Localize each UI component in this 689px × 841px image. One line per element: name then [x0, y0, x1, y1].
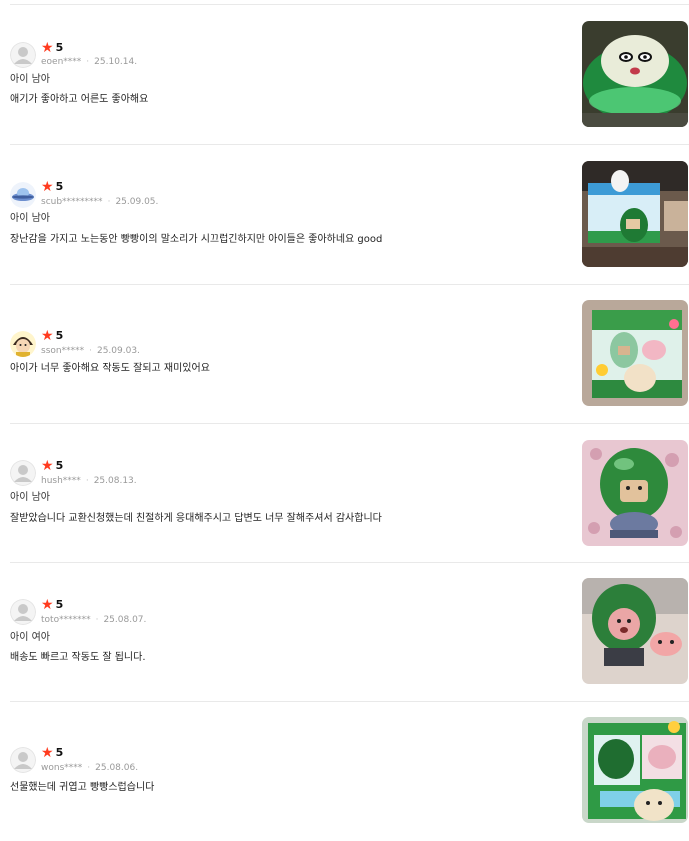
- user-avatar: [10, 182, 36, 208]
- rating: ★ 5: [41, 597, 63, 613]
- review-photo[interactable]: [582, 578, 688, 684]
- separator-dot: ·: [87, 763, 91, 773]
- star-icon: ★: [41, 179, 54, 195]
- rating: ★ 5: [41, 40, 63, 56]
- review-date: 25.08.13.: [93, 476, 137, 486]
- review-photo[interactable]: [582, 440, 688, 546]
- purchase-option: 아이 남아: [10, 492, 50, 503]
- rating-score: 5: [55, 329, 64, 342]
- review-item: ★ 5 toto******* · 25.08.07. 아이 여아 배송도 빠르…: [0, 563, 689, 702]
- user-id: toto*******: [41, 615, 91, 625]
- purchase-option: 아이 남아: [10, 74, 50, 85]
- separator-dot: ·: [86, 57, 90, 67]
- review-photo[interactable]: [582, 300, 688, 406]
- user-avatar: [10, 460, 36, 486]
- separator-dot: ·: [107, 197, 111, 207]
- rating: ★ 5: [41, 745, 63, 761]
- review-meta: toto******* · 25.08.07.: [41, 614, 146, 626]
- review-text: 애기가 좋아하고 어른도 좋아해요: [10, 94, 149, 105]
- user-id: wons****: [41, 763, 83, 773]
- purchase-option: 아이 여아: [10, 632, 50, 643]
- rating-score: 5: [55, 180, 64, 193]
- rating-score: 5: [55, 598, 64, 611]
- star-icon: ★: [41, 458, 54, 474]
- user-id: scub*********: [41, 197, 103, 207]
- review-date: 25.08.07.: [103, 615, 147, 625]
- user-avatar: [10, 42, 36, 68]
- star-icon: ★: [41, 40, 54, 56]
- separator-dot: ·: [85, 476, 89, 486]
- user-avatar: [10, 599, 36, 625]
- review-item: ★ 5 sson***** · 25.09.03. 아이가 너무 좋아해요 작동…: [0, 285, 689, 424]
- review-meta: sson***** · 25.09.03.: [41, 345, 140, 357]
- review-meta: hush**** · 25.08.13.: [41, 475, 137, 487]
- review-date: 25.08.06.: [95, 763, 139, 773]
- rating-score: 5: [55, 459, 64, 472]
- review-text: 잘받았습니다 교환신청했는데 친절하게 응대해주시고 답변도 너무 잘해주셔서 …: [10, 513, 382, 524]
- star-icon: ★: [41, 328, 54, 344]
- rating: ★ 5: [41, 458, 63, 474]
- review-photo[interactable]: [582, 161, 688, 267]
- rating: ★ 5: [41, 328, 63, 344]
- user-avatar: [10, 747, 36, 773]
- rating: ★ 5: [41, 179, 63, 195]
- star-icon: ★: [41, 597, 54, 613]
- review-date: 25.10.14.: [94, 57, 138, 67]
- separator-dot: ·: [95, 615, 99, 625]
- user-avatar: [10, 331, 36, 357]
- star-icon: ★: [41, 745, 54, 761]
- review-item: ★ 5 scub********* · 25.09.05. 아이 남아 장난감을…: [0, 145, 689, 284]
- review-item: ★ 5 eoen**** · 25.10.14. 아이 남아 애기가 좋아하고 …: [0, 5, 689, 144]
- review-text: 선물했는데 귀엽고 빵빵스럽습니다: [10, 782, 155, 793]
- separator-dot: ·: [89, 346, 92, 356]
- review-photo[interactable]: [582, 717, 688, 823]
- user-id: sson*****: [41, 346, 85, 356]
- review-meta: wons**** · 25.08.06.: [41, 762, 138, 774]
- rating-score: 5: [55, 41, 64, 54]
- review-item: ★ 5 wons**** · 25.08.06. 선물했는데 귀엽고 빵빵스럽습…: [0, 702, 689, 841]
- review-date: 25.09.05.: [115, 197, 159, 207]
- rating-score: 5: [55, 746, 64, 759]
- review-photo[interactable]: [582, 21, 688, 127]
- review-date: 25.09.03.: [96, 346, 140, 356]
- review-text: 아이가 너무 좋아해요 작동도 잘되고 재미있어요: [10, 363, 210, 374]
- review-text: 장난감을 가지고 노는동안 빵빵이의 말소리가 시끄럽긴하지만 아이들은 좋아하…: [10, 234, 383, 245]
- review-meta: scub********* · 25.09.05.: [41, 196, 158, 208]
- user-id: eoen****: [41, 57, 82, 67]
- review-item: ★ 5 hush**** · 25.08.13. 아이 남아 잘받았습니다 교환…: [0, 424, 689, 563]
- review-meta: eoen**** · 25.10.14.: [41, 56, 137, 68]
- user-id: hush****: [41, 476, 81, 486]
- purchase-option: 아이 남아: [10, 213, 50, 224]
- review-text: 배송도 빠르고 작동도 잘 됩니다.: [10, 652, 146, 663]
